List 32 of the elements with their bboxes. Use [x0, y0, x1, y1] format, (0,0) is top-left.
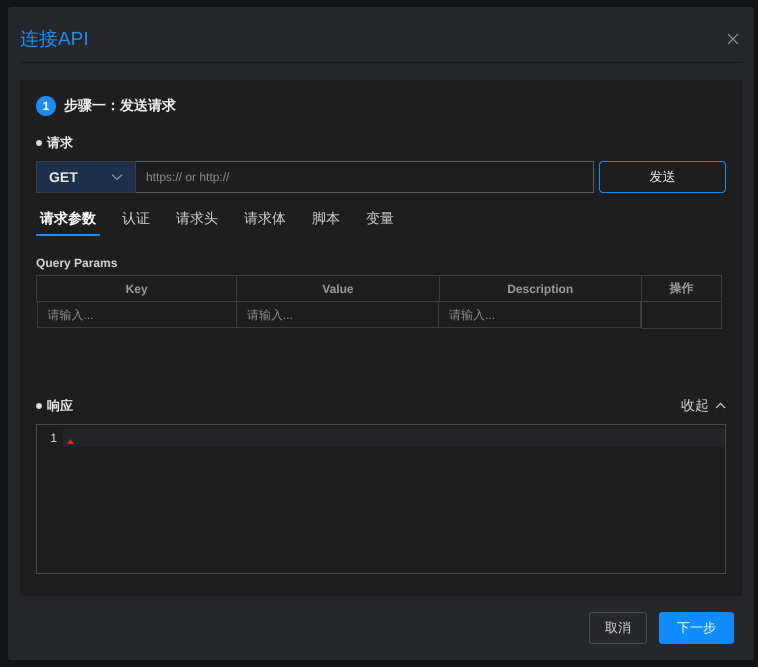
dialog-title: 连接API: [20, 28, 89, 52]
section-label: 请求: [47, 134, 73, 152]
column-header: 操作: [641, 276, 722, 302]
tab[interactable]: 请求头: [172, 210, 222, 236]
cancel-button[interactable]: 取消: [589, 612, 647, 644]
method-select[interactable]: GET: [36, 161, 136, 193]
send-button[interactable]: 发送: [599, 161, 726, 193]
step-title: 步骤一：发送请求: [64, 97, 176, 115]
column-header: Value: [236, 276, 440, 302]
bullet-icon: [36, 402, 42, 408]
value-field[interactable]: 请输入...: [236, 302, 440, 328]
error-marker-icon: [67, 438, 74, 444]
key-field[interactable]: 请输入...: [36, 302, 237, 328]
bullet-icon: [36, 140, 42, 146]
tab[interactable]: 脚本: [308, 210, 344, 236]
line-number: 1: [49, 430, 57, 444]
chevron-down-icon: [111, 173, 123, 181]
description-field[interactable]: 请输入...: [439, 302, 641, 328]
step-number: 1: [36, 96, 56, 116]
column-header: Key: [36, 276, 237, 302]
close-icon[interactable]: [727, 32, 739, 44]
section-label: 响应: [47, 396, 73, 414]
tab[interactable]: 认证: [118, 210, 154, 236]
collapse-toggle[interactable]: 收起: [681, 396, 726, 414]
code-editor[interactable]: 1: [36, 424, 726, 574]
tab[interactable]: 请求体: [240, 210, 290, 236]
column-header: Description: [439, 276, 642, 302]
tab[interactable]: 变量: [362, 210, 398, 236]
chevron-up-icon: [715, 402, 726, 409]
tab[interactable]: 请求参数: [36, 210, 100, 236]
url-field[interactable]: https:// or http://: [136, 161, 594, 193]
params-title: Query Params: [36, 256, 118, 270]
